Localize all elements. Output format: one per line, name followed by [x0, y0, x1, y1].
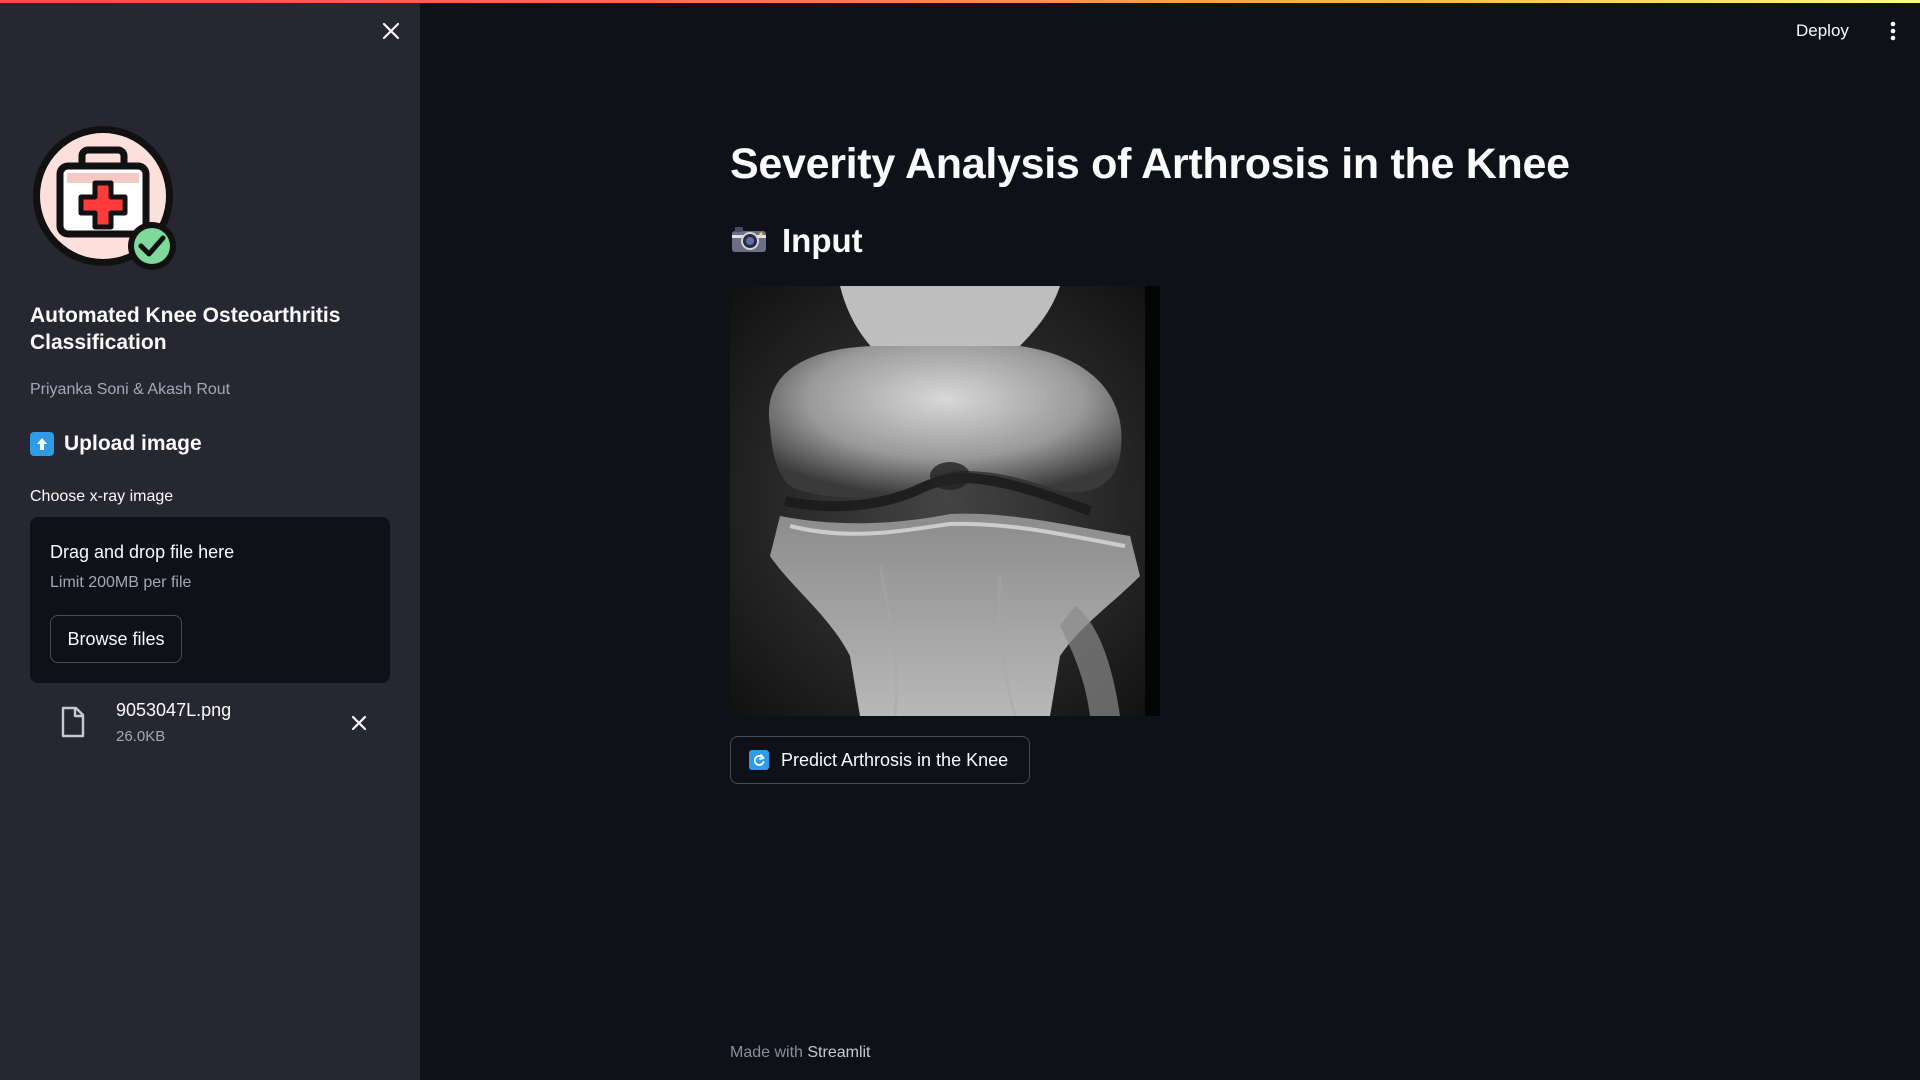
camera-emoji-icon: [730, 224, 768, 259]
dropzone-instructions: Drag and drop file here: [50, 542, 235, 562]
uploaded-file-name: 9053047L.png: [116, 700, 232, 720]
kebab-menu-icon[interactable]: [1882, 18, 1904, 44]
input-heading-label: Input: [782, 222, 863, 259]
upload-heading-label: Upload image: [64, 432, 202, 455]
page-title: Severity Analysis of Arthrosis in the Kn…: [730, 140, 1570, 188]
uploaded-file-item: 9053047L.png 26.0KB: [30, 696, 390, 752]
footer-streamlit-link[interactable]: Streamlit: [807, 1044, 870, 1061]
predict-button[interactable]: Predict Arthrosis in the Knee: [730, 736, 1030, 784]
arrows-counterclockwise-emoji-icon: [749, 750, 769, 770]
app-title: Automated Knee Osteoarthritis Classifica…: [30, 304, 341, 354]
authors-text: Priyanka Soni & Akash Rout: [30, 381, 231, 398]
up-arrow-emoji-icon: [30, 432, 54, 456]
input-heading: Input: [730, 222, 863, 260]
upload-heading: Upload image: [30, 432, 202, 456]
medical-kit-check-icon: [30, 123, 180, 273]
deploy-button[interactable]: Deploy: [1796, 18, 1849, 44]
browse-files-button[interactable]: Browse files: [50, 615, 182, 663]
sidebar: Automated Knee Osteoarthritis Classifica…: [0, 0, 420, 1080]
top-decoration-bar: [0, 0, 1920, 3]
file-icon: [60, 706, 86, 738]
predict-button-label: Predict Arthrosis in the Knee: [781, 749, 1009, 770]
sidebar-close-icon[interactable]: [378, 18, 404, 44]
footer-made-with: Made with: [730, 1044, 803, 1061]
file-dropzone[interactable]: Drag and drop file here Limit 200MB per …: [30, 517, 390, 683]
uploader-label: Choose x-ray image: [30, 488, 174, 505]
remove-file-icon[interactable]: [346, 710, 372, 736]
uploaded-file-size: 26.0KB: [116, 728, 166, 745]
input-xray-image: [730, 286, 1160, 716]
dropzone-limit: Limit 200MB per file: [50, 574, 192, 591]
footer: Made with Streamlit: [730, 1044, 871, 1062]
